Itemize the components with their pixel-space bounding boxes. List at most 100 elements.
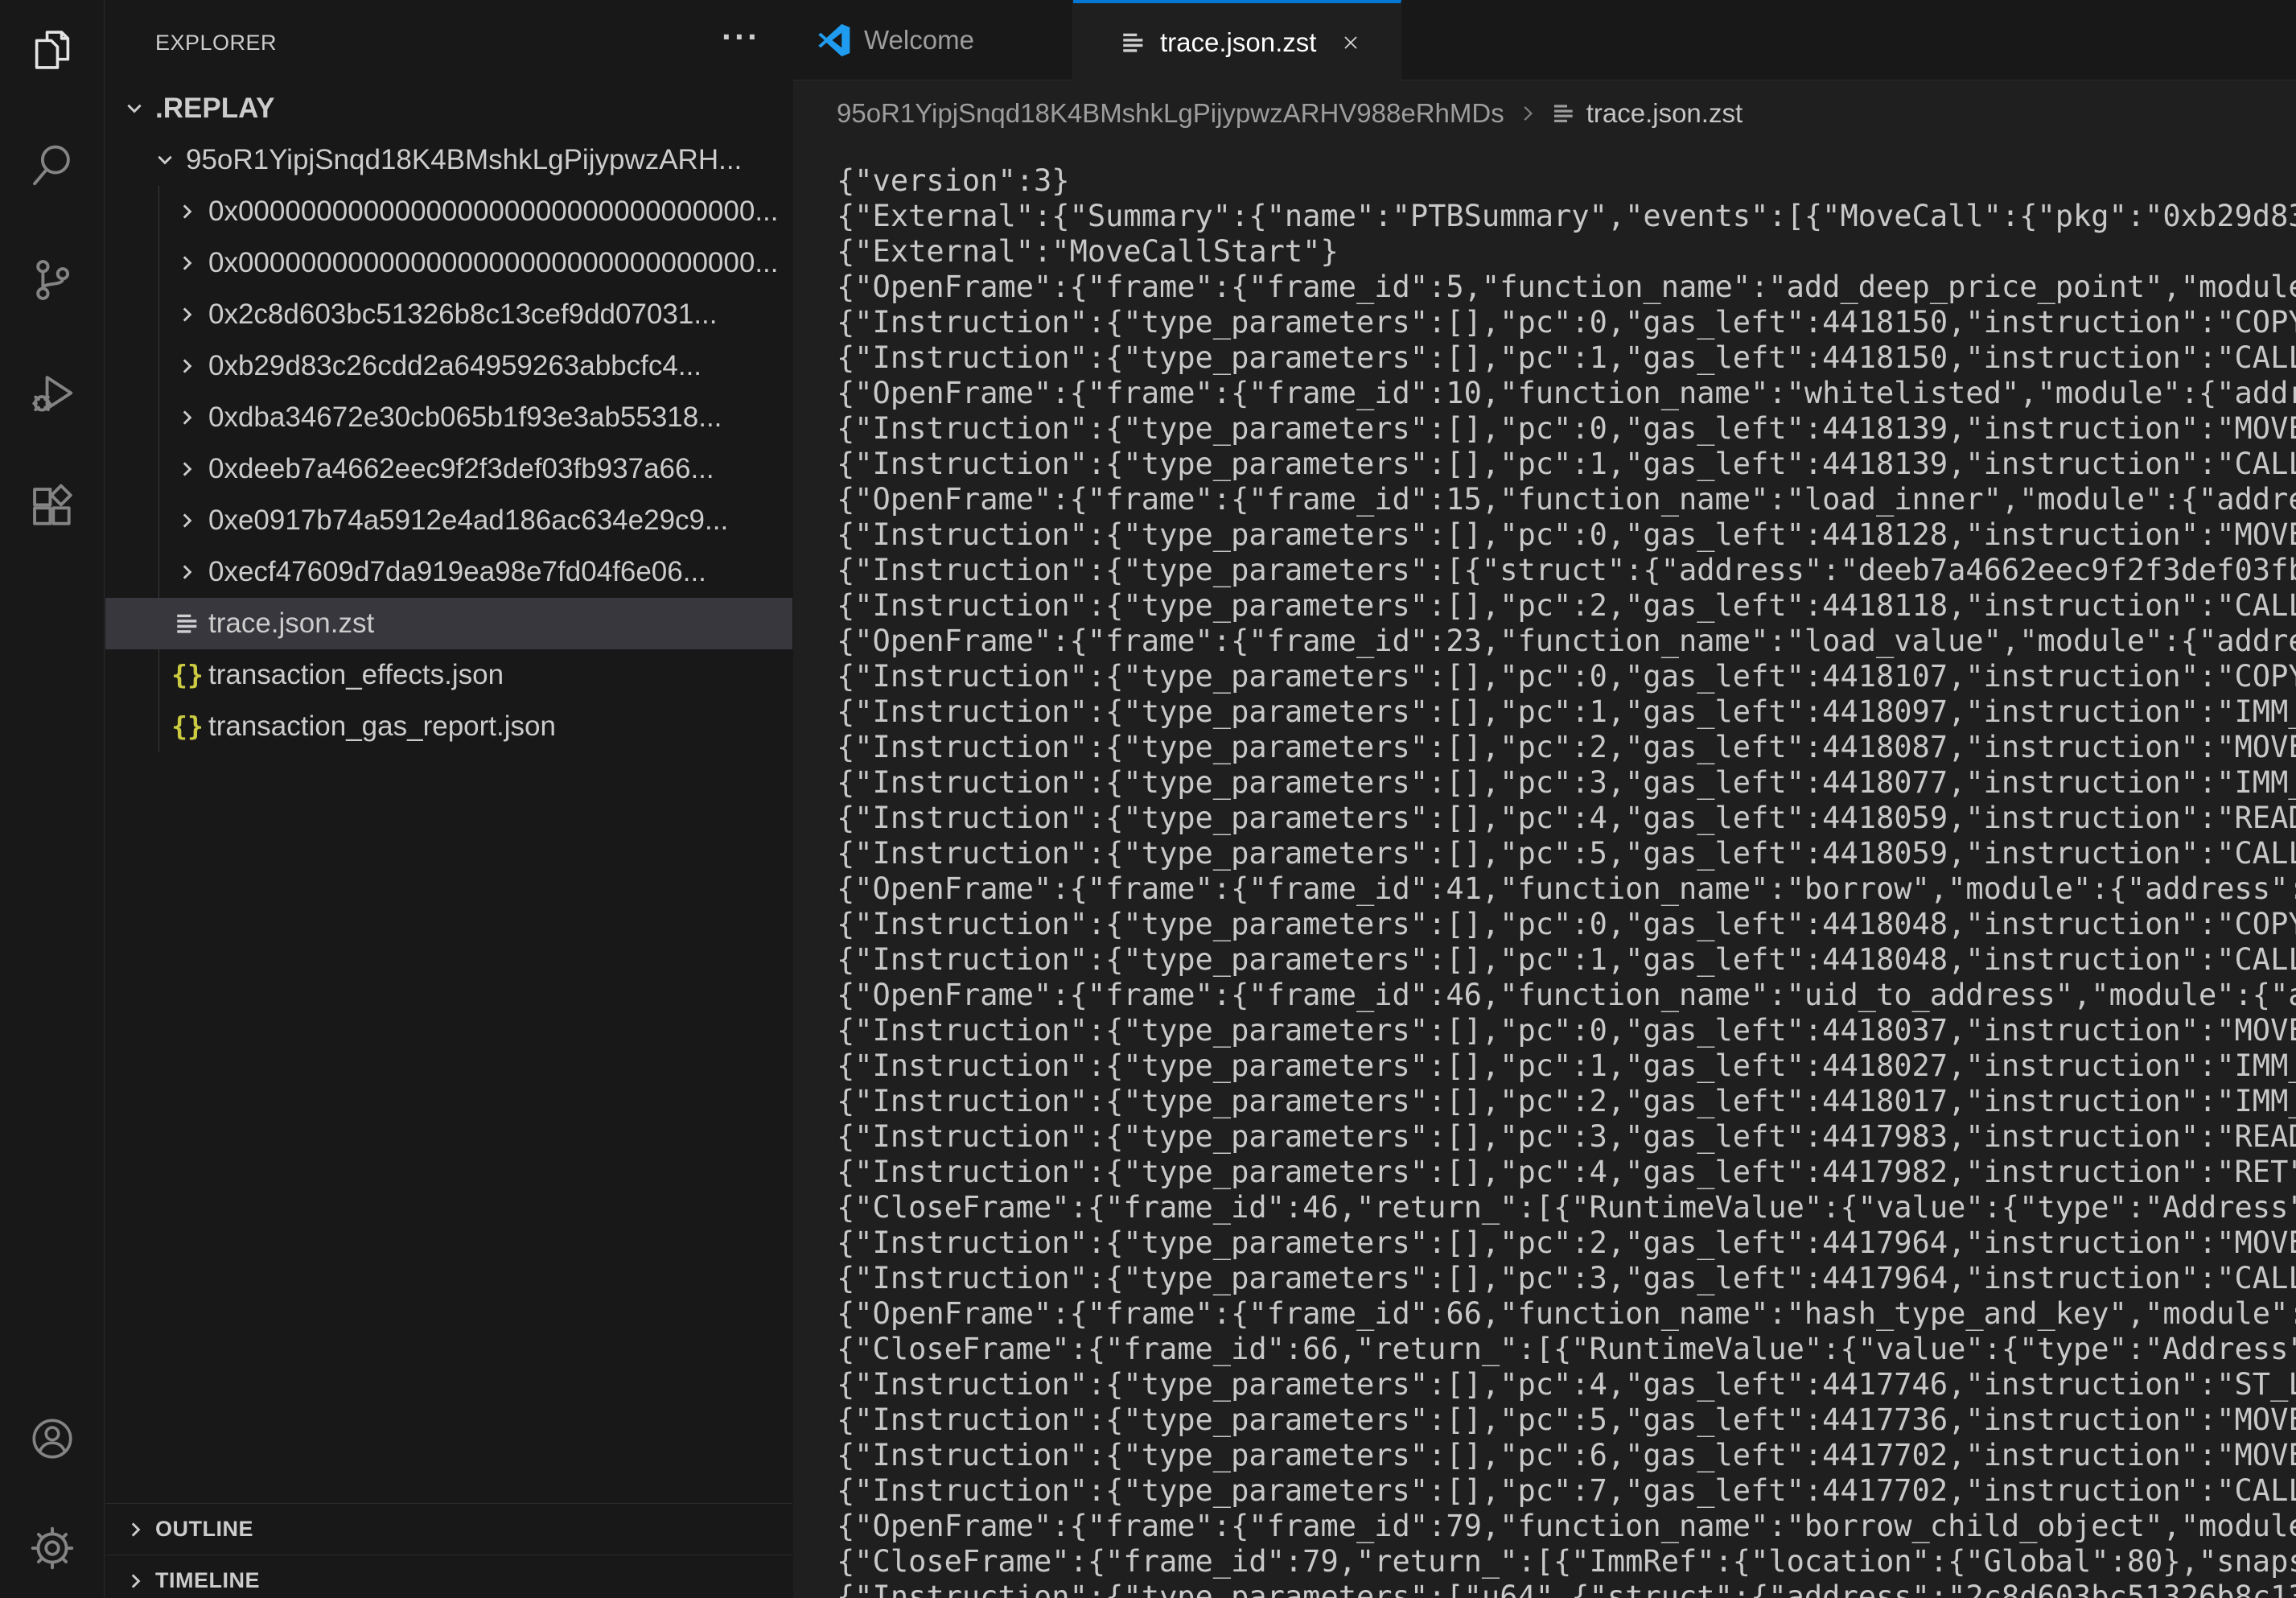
breadcrumb: 95oR1YipjSnqd18K4BMshkLgPijypwzARHV988eR…: [793, 81, 2296, 146]
tree-item-label: transaction_gas_report.json: [208, 710, 556, 743]
editor-line: {"Instruction":{"type_parameters":[],"pc…: [837, 836, 2296, 871]
tree-item-label: 0xb29d83c26cdd2a64959263abbcfc4...: [208, 350, 702, 382]
chevron-right-icon: [173, 249, 202, 278]
editor-group: Welcome trace.json.zst 95oR1YipjS: [793, 0, 2296, 1598]
tab-bar: Welcome trace.json.zst: [793, 0, 2296, 80]
settings-gear-icon[interactable]: [27, 1523, 77, 1573]
files-icon[interactable]: [27, 25, 77, 75]
braces-icon: {}: [173, 661, 202, 690]
sidebar-item-file-transaction-gas-report-json[interactable]: {}transaction_gas_report.json: [105, 701, 792, 752]
chevron-right-icon: [173, 352, 202, 381]
editor-line: {"Instruction":{"type_parameters":[],"pc…: [837, 1084, 2296, 1119]
editor-line: {"Instruction":{"type_parameters":[],"pc…: [837, 694, 2296, 730]
sidebar-item-address-0x2c8d[interactable]: 0x2c8d603bc51326b8c13cef9dd07031...: [105, 289, 792, 340]
tree-item-label: 0xe0917b74a5912e4ad186ac634e29c9...: [208, 505, 728, 537]
editor-line: {"OpenFrame":{"frame":{"frame_id":15,"fu…: [837, 482, 2296, 517]
vscode-logo-icon: [817, 23, 851, 57]
chevron-right-icon: [1516, 101, 1540, 126]
editor-line: {"Instruction":{"type_parameters":[],"pc…: [837, 659, 2296, 694]
chevron-right-icon: [121, 1567, 150, 1596]
editor-line: {"Instruction":{"type_parameters":[],"pc…: [837, 942, 2296, 978]
editor-line: {"OpenFrame":{"frame":{"frame_id":23,"fu…: [837, 624, 2296, 659]
editor-line: {"OpenFrame":{"frame":{"frame_id":46,"fu…: [837, 978, 2296, 1013]
editor-line: {"Instruction":{"type_parameters":[],"pc…: [837, 1438, 2296, 1473]
vscode-window: EXPLORER ··· .REPLAY 95oR1YipjSnqd18K4BMs…: [0, 0, 2296, 1598]
tab-welcome-label: Welcome: [864, 25, 974, 56]
editor-line: {"OpenFrame":{"frame":{"frame_id":5,"fun…: [837, 270, 2296, 305]
tree-item-label: 95oR1YipjSnqd18K4BMshkLgPijypwzARH...: [186, 144, 742, 176]
sidebar-item-address-0x0-b[interactable]: 0x000000000000000000000000000000000...: [105, 237, 792, 289]
file-lines-icon: [173, 609, 202, 638]
account-icon[interactable]: [27, 1414, 77, 1464]
editor-line: {"Instruction":{"type_parameters":["u64"…: [837, 1579, 2296, 1598]
search-icon[interactable]: [27, 140, 77, 190]
more-actions-icon[interactable]: ···: [722, 18, 760, 56]
sidebar-item-address-0xdeeb[interactable]: 0xdeeb7a4662eec9f2f3def03fb937a66...: [105, 443, 792, 495]
sidebar-item-address-0xecf4[interactable]: 0xecf47609d7da919ea98e7fd04f6e06...: [105, 546, 792, 598]
tab-trace-label: trace.json.zst: [1160, 27, 1316, 58]
sidebar-explorer: EXPLORER ··· .REPLAY 95oR1YipjSnqd18K4BMs…: [105, 0, 792, 1598]
editor-line: {"Instruction":{"type_parameters":[],"pc…: [837, 730, 2296, 765]
editor-line: {"Instruction":{"type_parameters":[],"pc…: [837, 1048, 2296, 1084]
editor-line: {"Instruction":{"type_parameters":[],"pc…: [837, 765, 2296, 801]
tree-item-label: 0xdba34672e30cb065b1f93e3ab55318...: [208, 402, 722, 434]
breadcrumb-digest[interactable]: 95oR1YipjSnqd18K4BMshkLgPijypwzARHV988eR…: [837, 98, 1504, 129]
chevron-right-icon: [173, 300, 202, 329]
explorer-header: EXPLORER ···: [105, 0, 792, 83]
editor-line: {"External":"MoveCallStart"}: [837, 234, 2296, 270]
outline-label: OUTLINE: [155, 1517, 253, 1542]
editor-line: {"Instruction":{"type_parameters":[],"pc…: [837, 588, 2296, 624]
tab-welcome[interactable]: Welcome: [793, 0, 1073, 80]
sidebar-item-address-0xb29d[interactable]: 0xb29d83c26cdd2a64959263abbcfc4...: [105, 340, 792, 392]
editor-line: {"CloseFrame":{"frame_id":79,"return_":[…: [837, 1544, 2296, 1579]
sidebar-item-digest-folder[interactable]: 95oR1YipjSnqd18K4BMshkLgPijypwzARH...: [105, 134, 792, 186]
editor-line: {"External":{"Summary":{"name":"PTBSumma…: [837, 199, 2296, 234]
editor-line: {"Instruction":{"type_parameters":[],"pc…: [837, 340, 2296, 376]
editor-line: {"Instruction":{"type_parameters":[],"pc…: [837, 1225, 2296, 1261]
indent-guide: [158, 186, 159, 752]
sidebar-item-address-0x0-a[interactable]: 0x000000000000000000000000000000000...: [105, 186, 792, 237]
breadcrumb-file[interactable]: trace.json.zst: [1586, 98, 1743, 129]
activity-bar: [0, 0, 105, 1598]
sidebar-item-replay-folder[interactable]: .REPLAY: [105, 83, 792, 134]
editor-content[interactable]: {"version":3}{"External":{"Summary":{"na…: [793, 146, 2296, 1598]
sidebar-item-address-0xdba3[interactable]: 0xdba34672e30cb065b1f93e3ab55318...: [105, 392, 792, 443]
tree-item-label: 0x2c8d603bc51326b8c13cef9dd07031...: [208, 299, 718, 331]
editor-line: {"Instruction":{"type_parameters":[{"str…: [837, 553, 2296, 588]
tab-trace-json-zst[interactable]: trace.json.zst: [1073, 0, 1401, 81]
chevron-right-icon: [173, 197, 202, 226]
chevron-right-icon: [173, 506, 202, 535]
extensions-icon[interactable]: [27, 482, 77, 532]
run-debug-icon[interactable]: [27, 370, 77, 420]
editor-line: {"Instruction":{"type_parameters":[],"pc…: [837, 305, 2296, 340]
close-icon[interactable]: [1337, 29, 1364, 56]
timeline-label: TIMELINE: [155, 1568, 260, 1593]
tree-item-label: 0xdeeb7a4662eec9f2f3def03fb937a66...: [208, 453, 714, 485]
editor-line: {"Instruction":{"type_parameters":[],"pc…: [837, 517, 2296, 553]
editor-line: {"Instruction":{"type_parameters":[],"pc…: [837, 907, 2296, 942]
chevron-right-icon: [173, 558, 202, 587]
source-control-icon[interactable]: [27, 255, 77, 305]
editor-line: {"Instruction":{"type_parameters":[],"pc…: [837, 1402, 2296, 1438]
tree-item-label: 0x000000000000000000000000000000000...: [208, 196, 779, 228]
sidebar-item-file-transaction-effects-json[interactable]: {}transaction_effects.json: [105, 649, 792, 701]
sidebar-item-address-0xe091[interactable]: 0xe0917b74a5912e4ad186ac634e29c9...: [105, 495, 792, 546]
chevron-right-icon: [173, 403, 202, 432]
editor-line: {"Instruction":{"type_parameters":[],"pc…: [837, 1013, 2296, 1048]
explorer-title: EXPLORER: [155, 31, 277, 56]
outline-section-header[interactable]: OUTLINE: [105, 1503, 792, 1555]
chevron-down-icon: [120, 94, 149, 123]
file-lines-icon: [1120, 29, 1147, 56]
editor-line: {"Instruction":{"type_parameters":[],"pc…: [837, 1261, 2296, 1296]
tree-item-label: trace.json.zst: [208, 607, 374, 640]
tree-item-label: .REPLAY: [155, 93, 274, 125]
tree-item-label: 0x000000000000000000000000000000000...: [208, 247, 779, 279]
tree-item-label: 0xecf47609d7da919ea98e7fd04f6e06...: [208, 556, 706, 588]
editor-line: {"Instruction":{"type_parameters":[],"pc…: [837, 411, 2296, 447]
sidebar-item-file-trace-json-zst[interactable]: trace.json.zst: [105, 598, 792, 649]
editor-line: {"Instruction":{"type_parameters":[],"pc…: [837, 1119, 2296, 1155]
file-lines-icon: [1551, 101, 1577, 126]
timeline-section-header[interactable]: TIMELINE: [105, 1555, 792, 1598]
editor-line: {"OpenFrame":{"frame":{"frame_id":66,"fu…: [837, 1296, 2296, 1332]
chevron-right-icon: [173, 455, 202, 484]
